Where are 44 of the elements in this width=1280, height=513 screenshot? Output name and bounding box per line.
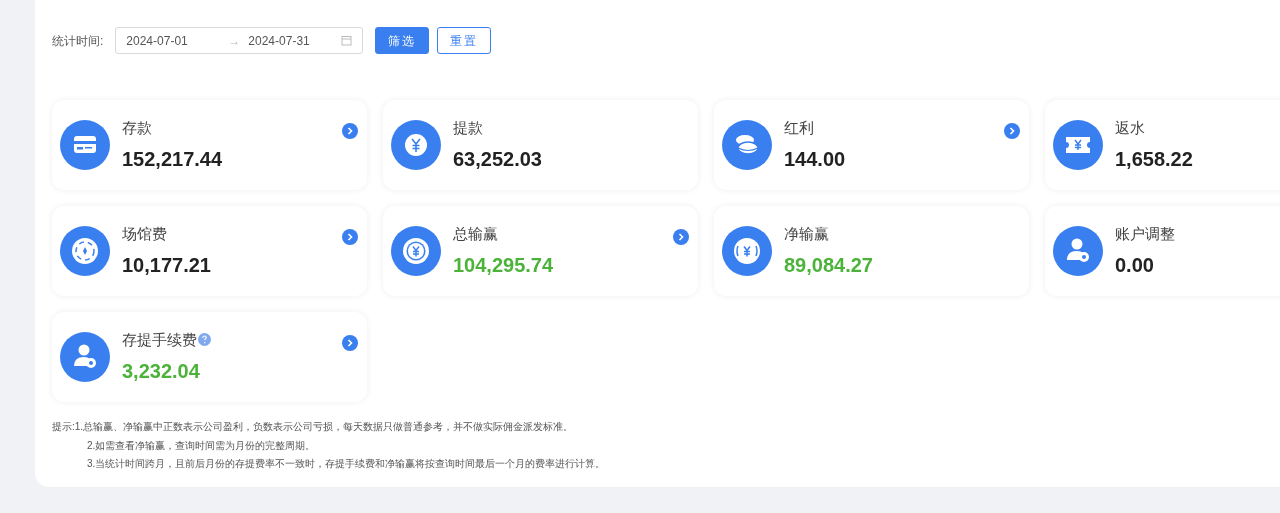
end-date: 2024-07-31 — [248, 32, 311, 50]
stat-value: 1,658.22 — [1115, 147, 1193, 171]
stat-title: 场馆费 — [122, 225, 167, 242]
date-range-field[interactable]: 2024-07-01 → 2024-07-31 — [115, 27, 364, 54]
stat-title: 提款 — [453, 119, 483, 136]
stat-value: 10,177.21 — [122, 253, 211, 277]
reset-button[interactable]: 重置 — [437, 27, 492, 54]
filter-button[interactable]: 筛选 — [375, 27, 430, 54]
stat-title: 总输赢 — [453, 225, 498, 242]
user-gear-icon — [60, 332, 110, 382]
stat-value: 0.00 — [1115, 253, 1155, 277]
coins-icon — [722, 120, 772, 170]
arrow-right-icon[interactable] — [342, 335, 358, 351]
filter-label: 统计时间: — [52, 32, 104, 50]
yen-icon — [391, 120, 441, 170]
help-icon[interactable] — [198, 333, 211, 346]
start-date: 2024-07-01 — [126, 32, 189, 50]
note-text: 2.如需查看净输赢，查询时间需为月份的完整周期。 — [87, 439, 316, 451]
stat-value: 3,232.04 — [122, 359, 201, 383]
user-gear-icon — [1053, 226, 1103, 276]
card-icon — [60, 120, 110, 170]
stat-title: 红利 — [784, 119, 814, 136]
stat-title: 账户调整 — [1115, 225, 1175, 242]
notes-label: 提示: — [52, 421, 75, 432]
ticket-icon — [1053, 120, 1103, 170]
stat-value: 144.00 — [784, 147, 846, 171]
note-text: 1.总输赢、净输赢中正数表示公司盈利，负数表示公司亏损，每天数据只做普通参考，并不做实际佣金派发标准。 — [74, 421, 574, 432]
stat-value: 152,217.44 — [122, 147, 223, 171]
yen-coin-icon — [391, 226, 441, 276]
stat-title: 存款 — [122, 119, 152, 136]
stat-title: 存提手续费 — [122, 331, 197, 348]
stat-title: 净输赢 — [784, 225, 829, 242]
yen-coin-icon — [722, 226, 772, 276]
stat-value: 63,252.03 — [453, 147, 542, 171]
stat-value: 104,295.74 — [453, 253, 554, 277]
stat-value: 89,084.27 — [784, 253, 873, 277]
stat-title: 返水 — [1115, 119, 1145, 136]
arrow-right-icon[interactable] — [342, 229, 358, 245]
arrow-right-icon[interactable] — [342, 123, 358, 139]
arrow-right-icon[interactable] — [1004, 123, 1020, 139]
chip-icon — [60, 226, 110, 276]
range-separator: → — [228, 32, 241, 50]
arrow-right-icon[interactable] — [673, 229, 689, 245]
note-text: 3.当统计时间跨月，且前后月份的存提费率不一致时，存提手续费和净输赢将按查询时间最后一个月的费率进行计算。 — [87, 458, 606, 469]
